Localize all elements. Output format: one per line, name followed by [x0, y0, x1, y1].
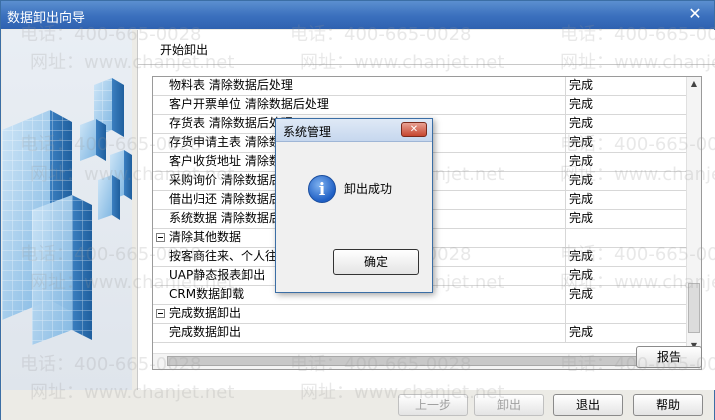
help-button[interactable]: 帮助	[633, 394, 703, 416]
status-text: 完成	[569, 192, 594, 206]
title-bar: 数据卸出向导 ✕	[1, 1, 714, 29]
status-cell: 完成	[567, 172, 686, 190]
dialog-title: 系统管理	[283, 125, 332, 139]
task-cell: 客户开票单位 清除数据后处理	[153, 96, 566, 114]
table-row[interactable]: 客户开票单位 清除数据后处理 完成	[153, 96, 686, 115]
status-text: 完成	[569, 287, 594, 301]
dialog-title-bar: 系统管理 ✕	[276, 119, 432, 142]
cubes-illustration	[2, 78, 132, 345]
task-label: 存货表 清除数据后处理	[169, 116, 293, 130]
task-label: UAP静态报表卸出	[169, 268, 266, 282]
status-cell: 完成	[567, 324, 686, 342]
horizontal-scroll-thumb[interactable]	[167, 356, 672, 366]
divider	[138, 64, 715, 65]
unload-button[interactable]: 卸出	[474, 394, 544, 416]
task-label: 客户开票单位 清除数据后处理	[169, 97, 329, 111]
status-text: 完成	[569, 97, 594, 111]
status-text: 完成	[569, 268, 594, 282]
status-text: 完成	[569, 78, 594, 92]
section-title: 开始卸出	[160, 43, 209, 57]
status-text	[567, 230, 569, 244]
task-cell: 物料表 清除数据后处理	[153, 77, 566, 95]
status-cell: 完成	[567, 77, 686, 95]
status-cell: 完成	[567, 153, 686, 171]
ok-button[interactable]: 确定	[333, 249, 419, 275]
collapse-icon[interactable]	[156, 233, 165, 242]
table-row[interactable]: 物料表 清除数据后处理 完成	[153, 77, 686, 96]
status-text: 完成	[569, 249, 594, 263]
task-cell: 完成数据卸出	[153, 324, 566, 342]
info-icon: i	[308, 175, 336, 203]
status-cell: 完成	[567, 286, 686, 304]
status-cell: 完成	[567, 267, 686, 285]
status-cell: 完成	[567, 115, 686, 133]
task-cell: 完成数据卸出	[153, 305, 566, 323]
status-cell: 完成	[567, 248, 686, 266]
status-cell: 完成	[567, 96, 686, 114]
table-row[interactable]: 完成数据卸出 完成	[153, 324, 686, 343]
status-cell	[567, 305, 686, 323]
status-cell: 完成	[567, 134, 686, 152]
window-close-icon[interactable]: ✕	[686, 5, 704, 23]
status-text: 完成	[569, 116, 594, 130]
scroll-up-icon[interactable]: ▲	[687, 77, 701, 91]
previous-button[interactable]: 上一步	[398, 394, 468, 416]
collapse-icon[interactable]	[156, 309, 165, 318]
scroll-thumb[interactable]	[688, 283, 700, 333]
wizard-side-graphic	[2, 30, 132, 390]
task-label: 完成数据卸出	[169, 325, 242, 339]
dialog-close-icon[interactable]: ✕	[401, 122, 427, 137]
status-cell: 完成	[567, 191, 686, 209]
task-label: CRM数据卸载	[169, 287, 245, 301]
window-title: 数据卸出向导	[7, 11, 86, 26]
horizontal-scrollbar[interactable]	[153, 353, 701, 369]
status-text: 完成	[569, 211, 594, 225]
status-text: 完成	[569, 154, 594, 168]
status-text: 完成	[569, 325, 594, 339]
status-text	[567, 306, 569, 320]
group-row[interactable]: 完成数据卸出	[153, 305, 686, 324]
vertical-scrollbar[interactable]: ▲ ▼	[686, 77, 701, 353]
status-cell	[567, 229, 686, 247]
exit-button[interactable]: 退出	[553, 394, 623, 416]
system-management-dialog: 系统管理 ✕ i 卸出成功 确定	[275, 118, 433, 293]
dialog-message: 卸出成功	[344, 182, 393, 196]
status-text: 完成	[569, 173, 594, 187]
button-bar: 上一步 卸出 退出 帮助	[1, 390, 714, 420]
task-label: 清除其他数据	[169, 230, 242, 244]
status-cell: 完成	[567, 210, 686, 228]
task-label: 物料表 清除数据后处理	[169, 78, 293, 92]
report-button[interactable]: 报告	[636, 346, 702, 368]
status-text: 完成	[569, 135, 594, 149]
task-label: 完成数据卸出	[169, 306, 242, 320]
